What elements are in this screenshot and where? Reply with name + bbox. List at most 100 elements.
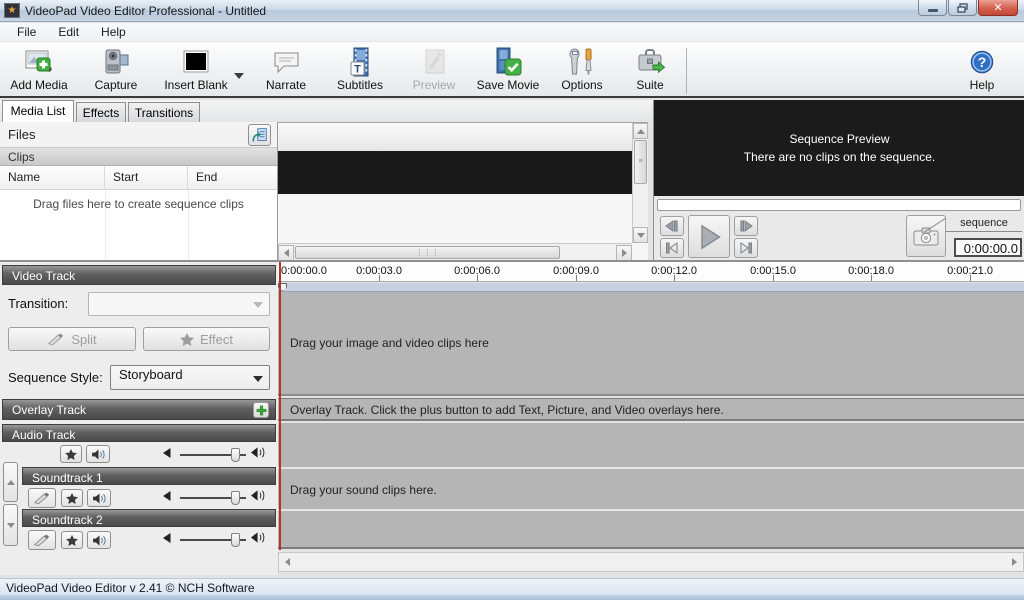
insert-blank-button[interactable]: Insert Blank xyxy=(162,46,230,92)
audio-mute-button[interactable] xyxy=(86,445,110,463)
timeline-scrub-bar[interactable] xyxy=(278,283,1024,292)
close-button[interactable]: ✕ xyxy=(978,0,1018,16)
soundtrack2-split-button[interactable] xyxy=(28,530,56,550)
scroll-down-button[interactable] xyxy=(633,227,648,243)
play-icon xyxy=(701,224,721,249)
next-frame-icon xyxy=(740,220,753,232)
clips-header: Clips xyxy=(0,148,277,166)
horizontal-scroll-thumb[interactable]: ⋮⋮⋮ xyxy=(295,246,560,259)
timeline-scroll-left-button[interactable] xyxy=(279,553,296,571)
close-icon: ✕ xyxy=(993,2,1003,14)
soundtrack2-header: Soundtrack 2 xyxy=(22,509,276,527)
knife-icon xyxy=(33,492,50,504)
transition-select[interactable] xyxy=(88,292,270,316)
effect-button[interactable]: Effect xyxy=(143,327,270,351)
next-frame-button[interactable] xyxy=(734,216,758,236)
split-button[interactable]: Split xyxy=(8,327,136,351)
preview-button[interactable]: Preview xyxy=(406,46,462,92)
video-track-timeline[interactable]: Drag your image and video clips here xyxy=(278,292,1024,396)
volume-max-icon xyxy=(251,532,265,543)
window-controls: ✕ xyxy=(918,0,1018,16)
narrate-button[interactable]: Narrate xyxy=(260,46,312,92)
tab-media-list[interactable]: Media List xyxy=(2,100,74,122)
volume-min-icon xyxy=(163,491,171,501)
audio-track-hint: Drag your sound clips here. xyxy=(290,483,437,497)
menu-help[interactable]: Help xyxy=(90,23,137,41)
sequence-tab[interactable]: sequence xyxy=(946,217,1022,232)
arrow-up-icon xyxy=(6,479,15,485)
overlay-track-timeline[interactable]: Overlay Track. Click the plus button to … xyxy=(278,398,1024,421)
sequence-style-label: Sequence Style: xyxy=(8,370,103,385)
add-overlay-button[interactable] xyxy=(253,402,269,418)
go-to-start-button[interactable] xyxy=(660,238,684,258)
help-button[interactable]: ? Help xyxy=(960,46,1004,92)
soundtrack2-effect-button[interactable] xyxy=(61,531,83,549)
scroll-up-button[interactable] xyxy=(633,123,648,139)
clip-pane-vertical-scrollbar[interactable]: ≡ xyxy=(632,123,648,243)
restore-icon xyxy=(957,2,968,13)
split-knife-icon xyxy=(48,333,64,345)
detach-panel-button[interactable] xyxy=(248,124,271,146)
clip-pane-horizontal-scrollbar[interactable]: ⋮⋮⋮ xyxy=(278,243,632,261)
soundtrack1-effect-button[interactable] xyxy=(61,489,83,507)
subtitles-button[interactable]: T Subtitles xyxy=(332,46,388,92)
ruler-tick xyxy=(970,275,971,281)
video-track-hint: Drag your image and video clips here xyxy=(290,336,489,350)
soundtrack2-mute-button[interactable] xyxy=(87,531,111,549)
previous-frame-button[interactable] xyxy=(660,216,684,236)
clip-preview-top xyxy=(278,123,632,151)
volume-slider-thumb[interactable] xyxy=(231,533,240,547)
help-icon: ? xyxy=(965,46,999,78)
suite-icon xyxy=(633,46,667,78)
ruler-tick xyxy=(773,275,774,281)
scroll-right-button[interactable] xyxy=(616,245,632,261)
playhead-line[interactable] xyxy=(279,262,281,550)
tracks-scroll-up-button[interactable] xyxy=(3,462,18,502)
sequence-time-display: 0:00:00.0 xyxy=(954,238,1022,257)
timeline-horizontal-scrollbar[interactable] xyxy=(278,552,1024,572)
ruler-tick xyxy=(871,275,872,281)
main-toolbar: Add Media Capture Insert Blank Narrate T… xyxy=(0,42,1024,98)
sequence-seek-slider[interactable] xyxy=(657,199,1021,211)
sequence-style-select[interactable]: Storyboard xyxy=(110,365,270,390)
go-to-end-button[interactable] xyxy=(734,238,758,258)
options-button[interactable]: Options xyxy=(556,46,608,92)
volume-slider-thumb[interactable] xyxy=(231,491,240,505)
suite-button[interactable]: Suite xyxy=(628,46,672,92)
go-to-start-icon xyxy=(666,242,678,254)
column-name[interactable]: Name xyxy=(0,166,105,189)
tab-transitions[interactable]: Transitions xyxy=(128,102,200,122)
ruler-tick xyxy=(576,275,577,281)
previous-frame-icon xyxy=(665,220,678,232)
add-media-button[interactable]: Add Media xyxy=(8,46,70,92)
column-start[interactable]: Start xyxy=(105,166,188,189)
menu-edit[interactable]: Edit xyxy=(47,23,90,41)
volume-slider-thumb[interactable] xyxy=(231,448,240,462)
transition-label: Transition: xyxy=(8,296,69,311)
files-title: Files xyxy=(8,127,36,142)
star-icon xyxy=(66,492,78,504)
scroll-left-button[interactable] xyxy=(278,245,294,261)
tab-effects[interactable]: Effects xyxy=(76,102,126,122)
clips-table-body[interactable]: Drag files here to create sequence clips xyxy=(0,190,277,260)
soundtrack1-mute-button[interactable] xyxy=(87,489,111,507)
save-movie-button[interactable]: Save Movie xyxy=(476,46,540,92)
restore-button[interactable] xyxy=(948,0,977,16)
soundtrack1-split-button[interactable] xyxy=(28,488,56,508)
menu-file[interactable]: File xyxy=(6,23,47,41)
videopad-window: ★ VideoPad Video Editor Professional - U… xyxy=(0,0,1024,600)
window-title: VideoPad Video Editor Professional - Unt… xyxy=(25,3,267,18)
sequence-preview-title: Sequence Preview xyxy=(789,132,890,146)
column-end[interactable]: End xyxy=(188,166,277,189)
media-list-panel: Files Clips Name Start End Drag files he… xyxy=(0,122,278,260)
audio-effect-button[interactable] xyxy=(60,445,82,463)
vertical-scroll-thumb[interactable]: ≡ xyxy=(634,140,647,184)
play-button[interactable] xyxy=(688,215,730,258)
audio-tracks-timeline[interactable]: Drag your sound clips here. xyxy=(278,423,1024,549)
capture-button[interactable]: Capture xyxy=(90,46,142,92)
timeline-ruler[interactable]: 0:00:00.0 0:00:03.0 0:00:06.0 0:00:09.0 … xyxy=(278,262,1024,282)
insert-blank-dropdown-arrow[interactable] xyxy=(234,73,244,79)
minimize-button[interactable] xyxy=(918,0,947,16)
tracks-scroll-down-button[interactable] xyxy=(3,504,18,546)
timeline-scroll-right-button[interactable] xyxy=(1006,553,1023,571)
